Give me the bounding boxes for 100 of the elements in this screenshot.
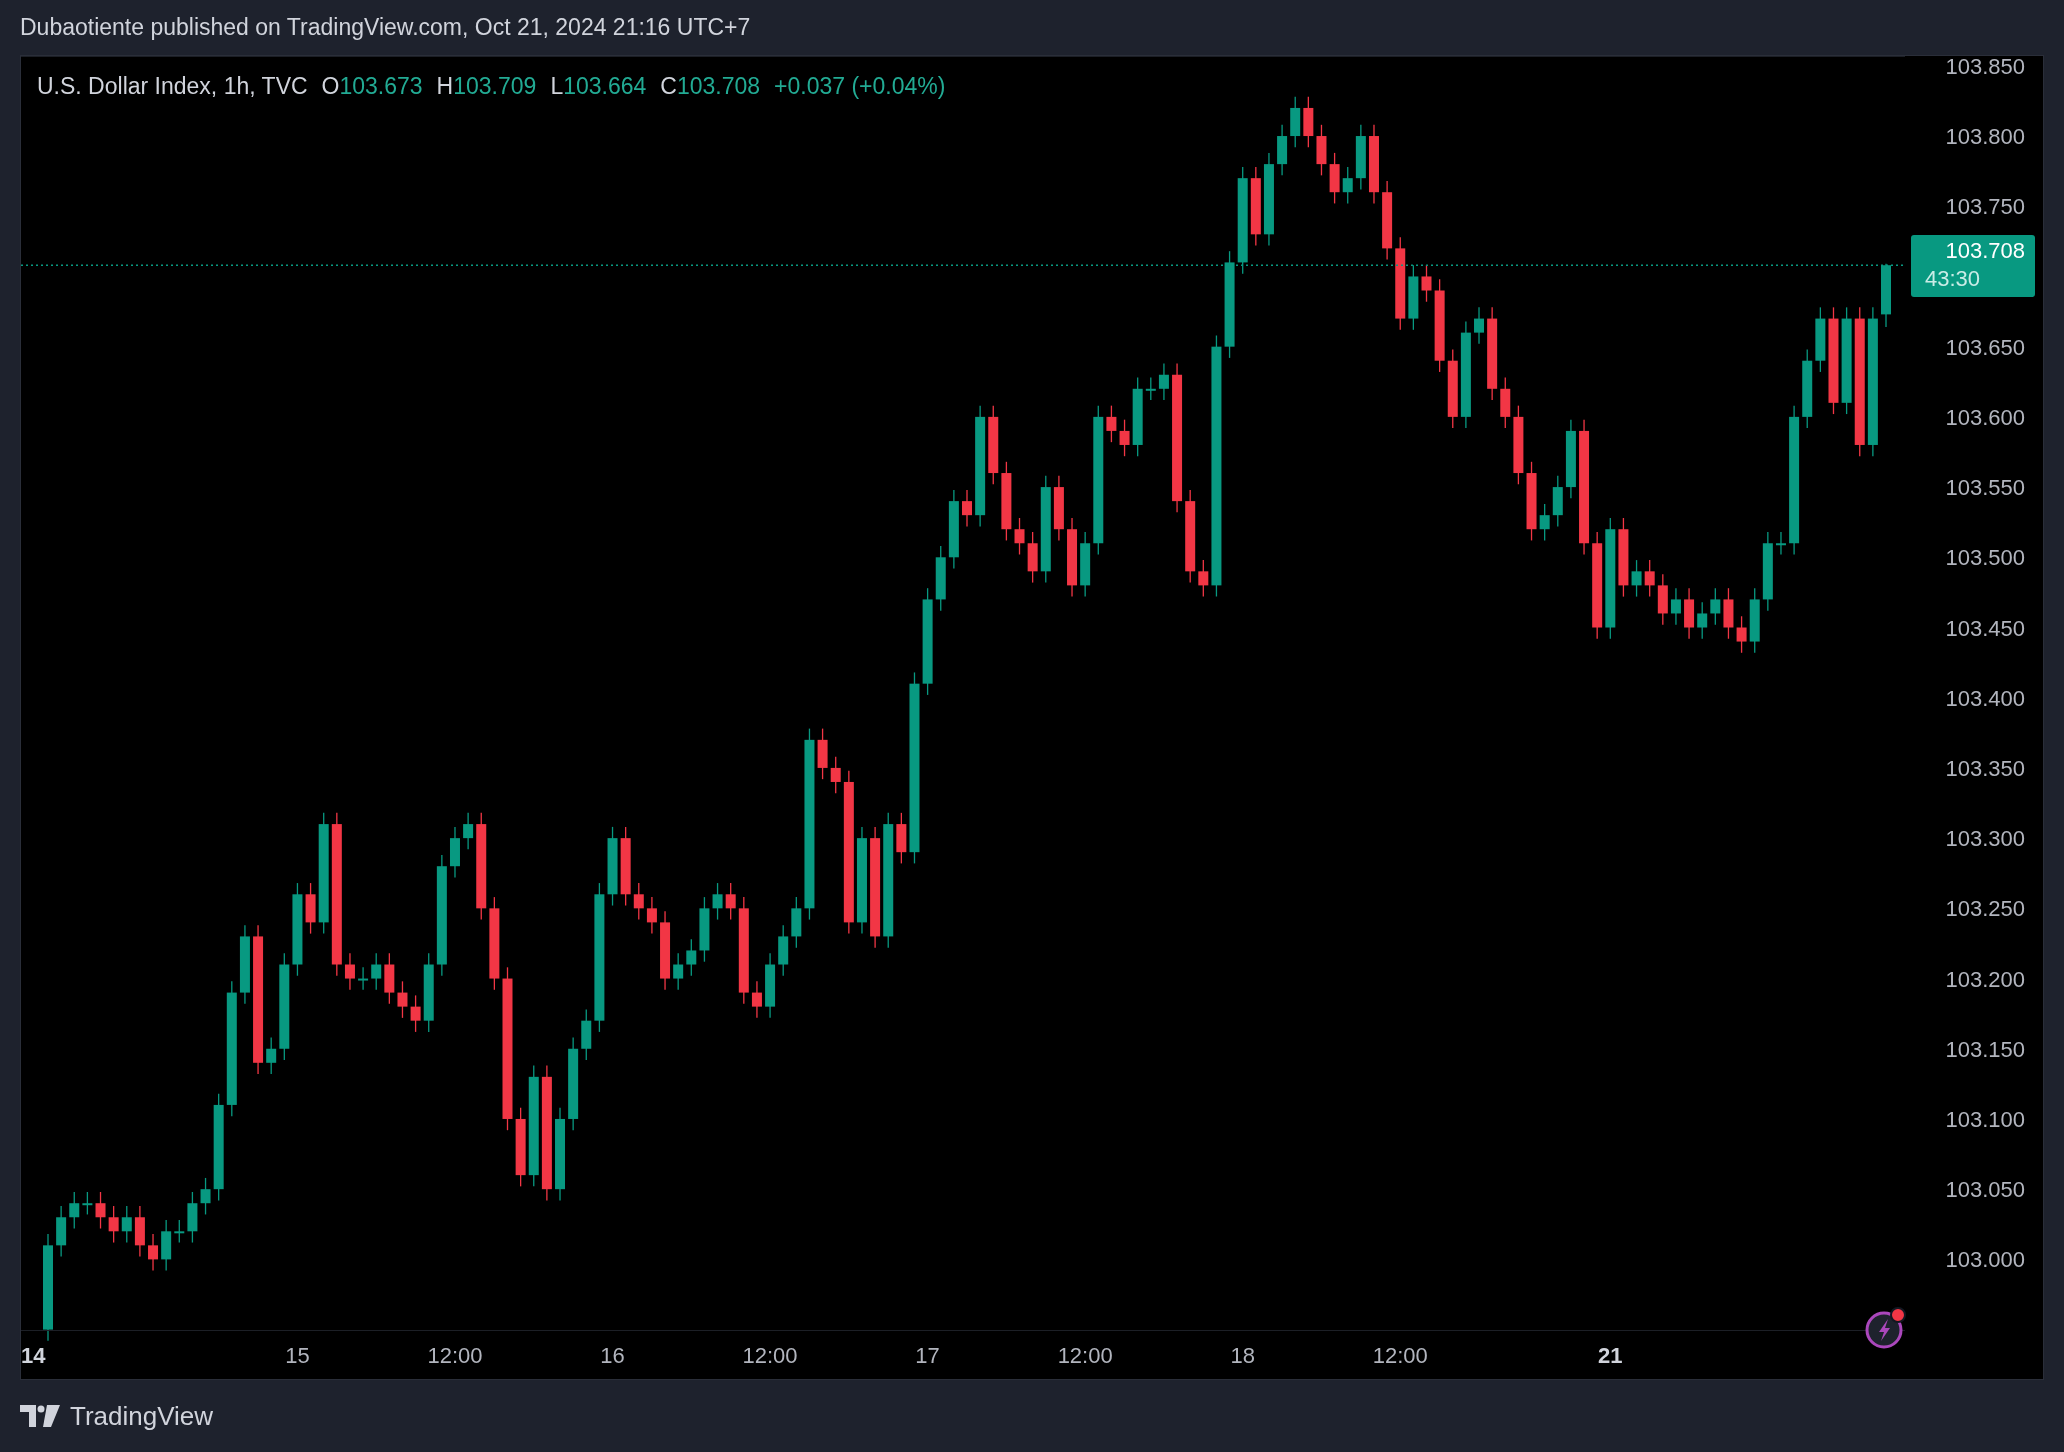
candlestick xyxy=(56,1205,67,1258)
candlestick xyxy=(673,952,684,991)
candlestick xyxy=(95,1191,106,1230)
candlestick xyxy=(358,966,369,991)
time-axis-label: 16 xyxy=(600,1343,625,1368)
candlestick xyxy=(1198,559,1209,598)
price-axis-label: 103.550 xyxy=(1945,475,2025,501)
candlestick xyxy=(633,882,644,921)
candlestick xyxy=(1644,559,1655,598)
candlestick xyxy=(148,1233,159,1272)
candlestick xyxy=(82,1191,93,1216)
time-axis-label: 18 xyxy=(1230,1343,1255,1368)
candlestick xyxy=(1815,306,1826,373)
lightning-icon[interactable] xyxy=(1864,1306,1908,1350)
candlestick xyxy=(69,1191,80,1230)
price-axis-label: 103.000 xyxy=(1945,1247,2025,1273)
ohlc-label: O xyxy=(321,73,340,99)
candlestick xyxy=(1106,405,1117,443)
time-axis-label: 14 xyxy=(21,1343,46,1368)
bar-countdown: 43:30 xyxy=(1924,265,1981,294)
time-axis-label: 12:00 xyxy=(742,1343,798,1368)
candlestick xyxy=(962,489,972,528)
candlestick xyxy=(161,1219,172,1272)
candlestick xyxy=(1027,531,1038,584)
candlestick xyxy=(1119,419,1130,457)
candlestick xyxy=(1684,587,1695,640)
candlestick xyxy=(1736,615,1747,654)
candlestick xyxy=(699,896,710,963)
candlestick xyxy=(174,1219,185,1244)
candlestick xyxy=(134,1205,145,1258)
candlestick xyxy=(1408,264,1419,331)
candlestick xyxy=(1421,264,1432,303)
candlestick xyxy=(305,882,316,935)
time-axis-label: 12:00 xyxy=(1372,1343,1428,1368)
price-axis-label: 103.750 xyxy=(1945,194,2025,220)
candlestick xyxy=(778,924,789,977)
candlestick xyxy=(1500,376,1511,429)
candlestick xyxy=(200,1177,211,1216)
candlestick xyxy=(1145,376,1156,401)
candlestick xyxy=(1158,362,1169,401)
candlestick xyxy=(791,896,802,949)
candlestick xyxy=(725,882,736,921)
candlestick xyxy=(1697,601,1708,640)
candlestick xyxy=(371,952,382,991)
candlestick xyxy=(1342,166,1353,205)
price-axis-label: 103.650 xyxy=(1945,334,2025,360)
price-axis-label: 103.250 xyxy=(1945,896,2025,922)
candlestick xyxy=(384,952,395,1005)
candlestick xyxy=(935,545,946,612)
candlestick xyxy=(581,1008,592,1061)
candlestick xyxy=(830,756,841,794)
time-axis-label: 15 xyxy=(285,1343,310,1368)
price-axis-label: 103.600 xyxy=(1945,404,2025,430)
candlestick xyxy=(1723,587,1734,640)
time-axis-label: 17 xyxy=(915,1343,940,1368)
price-axis-label: 103.150 xyxy=(1945,1036,2025,1062)
candlestick xyxy=(1539,503,1550,542)
candlestick xyxy=(187,1191,198,1244)
candlestick xyxy=(1657,573,1668,626)
last-price: 103.708 xyxy=(1945,237,2025,266)
candlestick xyxy=(1303,96,1314,148)
candlestick xyxy=(1053,475,1064,542)
candlestick xyxy=(817,727,828,780)
candlestick xyxy=(410,994,421,1033)
price-axis-label: 103.200 xyxy=(1945,966,2025,992)
candlestick xyxy=(1775,531,1786,556)
ohlc-value: 103.708 xyxy=(676,73,761,99)
publication-info: Dubaotiente published on TradingView.com, Oct 21, 2024 21:16 UTC+7 xyxy=(20,14,751,41)
price-change: +0.037 (+0.04%) xyxy=(774,73,946,100)
candlestick xyxy=(1552,475,1563,528)
brand-name: TradingView xyxy=(70,1400,214,1432)
price-axis-label: 103.400 xyxy=(1945,685,2025,711)
price-axis-label: 103.100 xyxy=(1945,1106,2025,1132)
ohlc-value: 103.664 xyxy=(563,73,647,99)
candlestick xyxy=(646,896,657,935)
candlestick xyxy=(1631,559,1642,598)
candlestick xyxy=(108,1205,119,1244)
candlestick xyxy=(1277,124,1288,176)
price-axis-label: 103.500 xyxy=(1945,545,2025,571)
candlestick xyxy=(1710,587,1721,626)
candlestick xyxy=(121,1205,132,1244)
candlestick xyxy=(686,938,697,977)
ohlc-value: 103.709 xyxy=(453,73,537,99)
time-axis-label: 21 xyxy=(1598,1343,1623,1368)
candlestick xyxy=(266,1036,277,1075)
candlestick xyxy=(1474,306,1484,345)
ohlc-label: H xyxy=(436,73,454,99)
time-axis-label: 12:00 xyxy=(427,1343,483,1368)
price-axis-label: 103.800 xyxy=(1945,124,2025,150)
candlestick xyxy=(1881,263,1891,328)
ohlc-label: L xyxy=(550,73,564,99)
tradingview-logo-icon xyxy=(20,1405,60,1427)
candlestick xyxy=(712,882,723,921)
price-axis-label: 103.350 xyxy=(1945,755,2025,781)
ohlc-label: C xyxy=(660,73,677,99)
candlestick xyxy=(1290,96,1301,148)
candlestick xyxy=(450,826,460,879)
candlestick xyxy=(1014,517,1025,556)
candlestick xyxy=(765,952,776,1019)
candlestick xyxy=(751,980,762,1019)
